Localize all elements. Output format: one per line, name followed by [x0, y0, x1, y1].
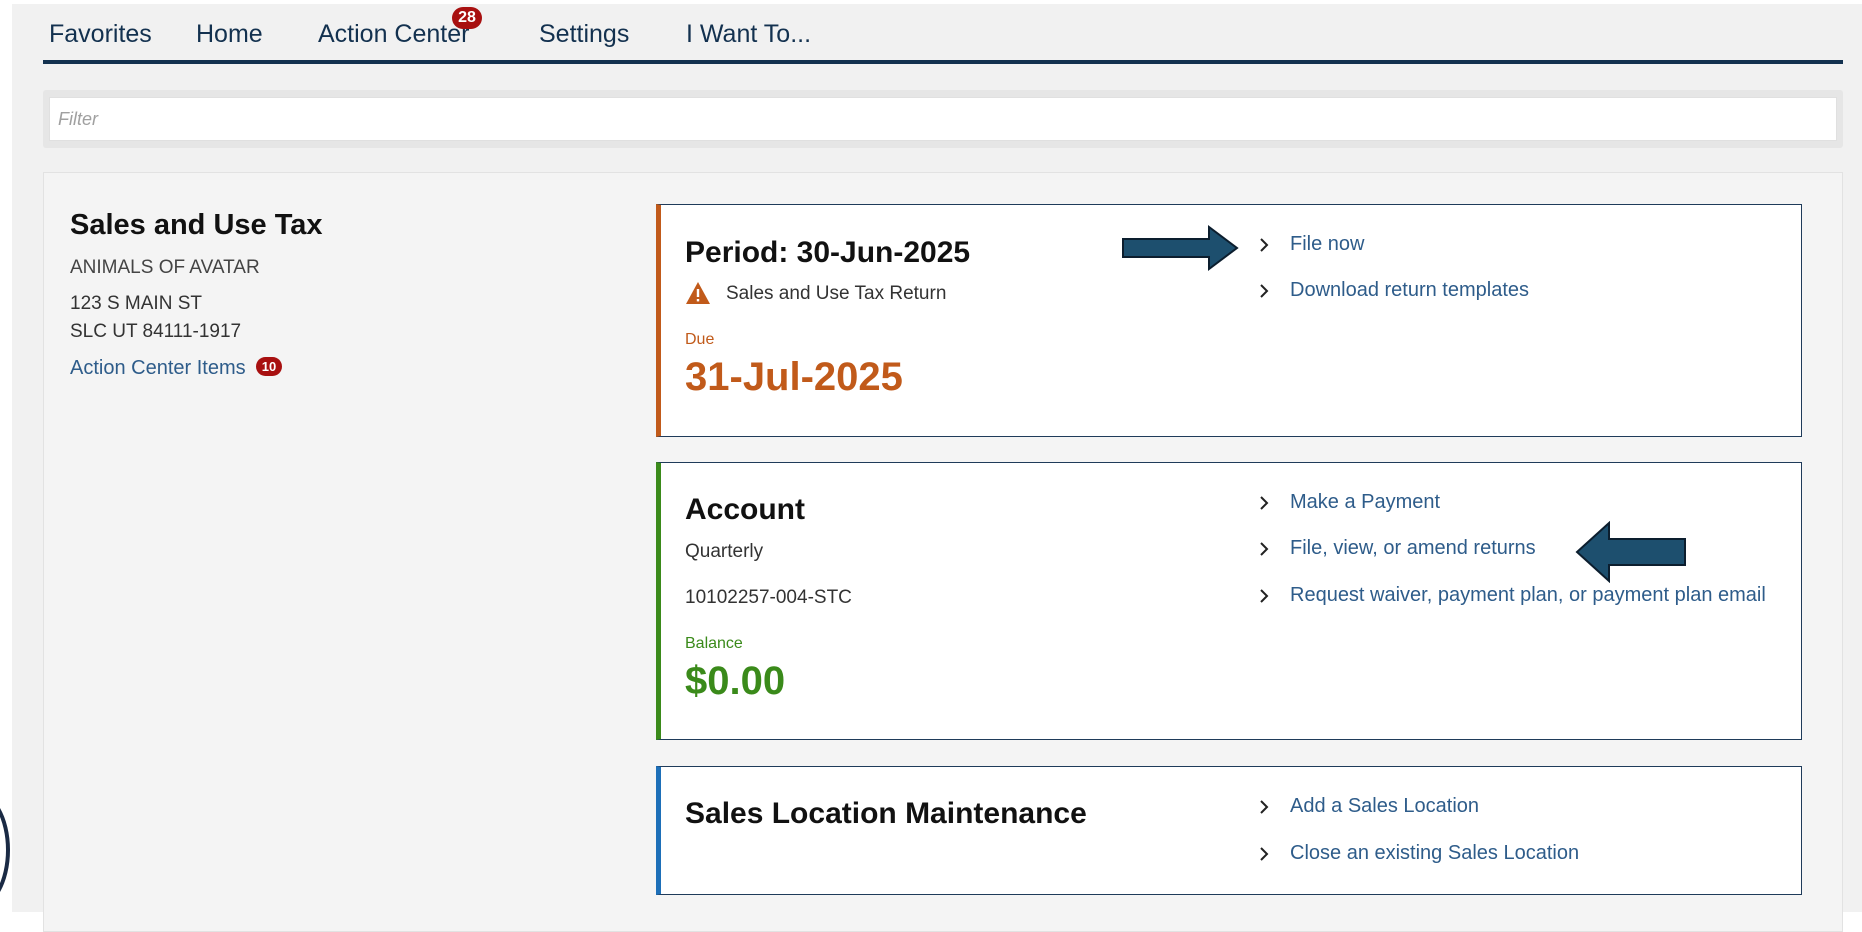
add-sales-location-link[interactable]: Add a Sales Location — [1256, 795, 1479, 818]
account-type-title: Sales and Use Tax — [70, 209, 323, 241]
return-type-label: Sales and Use Tax Return — [726, 283, 947, 304]
app-window: Favorites Home Action Center 28 Settings… — [12, 4, 1862, 932]
balance-amount: $0.00 — [685, 659, 786, 703]
action-center-items-link[interactable]: Action Center Items — [70, 357, 246, 380]
action-center-items-badge: 10 — [256, 357, 282, 376]
chevron-right-icon — [1260, 495, 1269, 510]
nav-settings[interactable]: Settings — [539, 20, 629, 49]
file-view-amend-returns-label: File, view, or amend returns — [1290, 537, 1536, 559]
period-card: Period: 30-Jun-2025 Sales and Use Tax Re… — [656, 204, 1802, 437]
callout-arrow-icon — [1575, 521, 1686, 583]
nav-favorites[interactable]: Favorites — [49, 20, 152, 49]
business-name: ANIMALS OF AVATAR — [70, 257, 260, 278]
close-sales-location-label: Close an existing Sales Location — [1290, 842, 1580, 864]
address-line-1: 123 S MAIN ST — [70, 293, 202, 314]
download-return-templates-link[interactable]: Download return templates — [1256, 279, 1529, 302]
chevron-right-icon — [1260, 846, 1269, 861]
callout-arrow-icon — [1122, 225, 1239, 271]
filter-input[interactable] — [49, 97, 1837, 141]
download-return-templates-label: Download return templates — [1290, 279, 1530, 301]
file-view-amend-returns-link[interactable]: File, view, or amend returns — [1256, 537, 1536, 560]
request-waiver-label: Request waiver, payment plan, or payment… — [1290, 584, 1766, 606]
close-sales-location-link[interactable]: Close an existing Sales Location — [1256, 842, 1579, 865]
account-id: 10102257-004-STC — [685, 587, 852, 608]
sales-location-title: Sales Location Maintenance — [685, 797, 1087, 830]
chevron-right-icon — [1260, 588, 1269, 603]
nav-action-center[interactable]: Action Center — [318, 20, 469, 49]
balance-label: Balance — [685, 635, 743, 652]
decorative-circle-edge — [0, 790, 10, 910]
chevron-right-icon — [1260, 541, 1269, 556]
top-nav: Favorites Home Action Center 28 Settings… — [43, 4, 1843, 64]
action-center-count-badge: 28 — [452, 7, 482, 29]
file-now-link[interactable]: File now — [1256, 233, 1364, 256]
chevron-right-icon — [1260, 237, 1269, 252]
request-waiver-link[interactable]: Request waiver, payment plan, or payment… — [1256, 584, 1766, 607]
sales-location-card: Sales Location Maintenance Add a Sales L… — [656, 766, 1802, 895]
account-title: Account — [685, 493, 805, 526]
add-sales-location-label: Add a Sales Location — [1290, 795, 1480, 817]
file-now-label: File now — [1290, 233, 1365, 255]
address-line-2: SLC UT 84111-1917 — [70, 321, 242, 342]
make-payment-label: Make a Payment — [1290, 491, 1441, 513]
filing-frequency: Quarterly — [685, 541, 764, 562]
chevron-right-icon — [1260, 283, 1269, 298]
account-panel: Sales and Use Tax ANIMALS OF AVATAR 123 … — [43, 172, 1843, 932]
nav-home[interactable]: Home — [196, 20, 263, 49]
account-card: Account Quarterly 10102257-004-STC Balan… — [656, 462, 1802, 740]
make-payment-link[interactable]: Make a Payment — [1256, 491, 1440, 514]
due-label: Due — [685, 331, 715, 348]
due-date: 31-Jul-2025 — [685, 355, 903, 399]
filter-bar — [43, 90, 1843, 148]
warning-triangle-icon — [686, 282, 710, 304]
period-title: Period: 30-Jun-2025 — [685, 236, 971, 269]
nav-i-want-to[interactable]: I Want To... — [686, 20, 811, 49]
chevron-right-icon — [1260, 799, 1269, 814]
